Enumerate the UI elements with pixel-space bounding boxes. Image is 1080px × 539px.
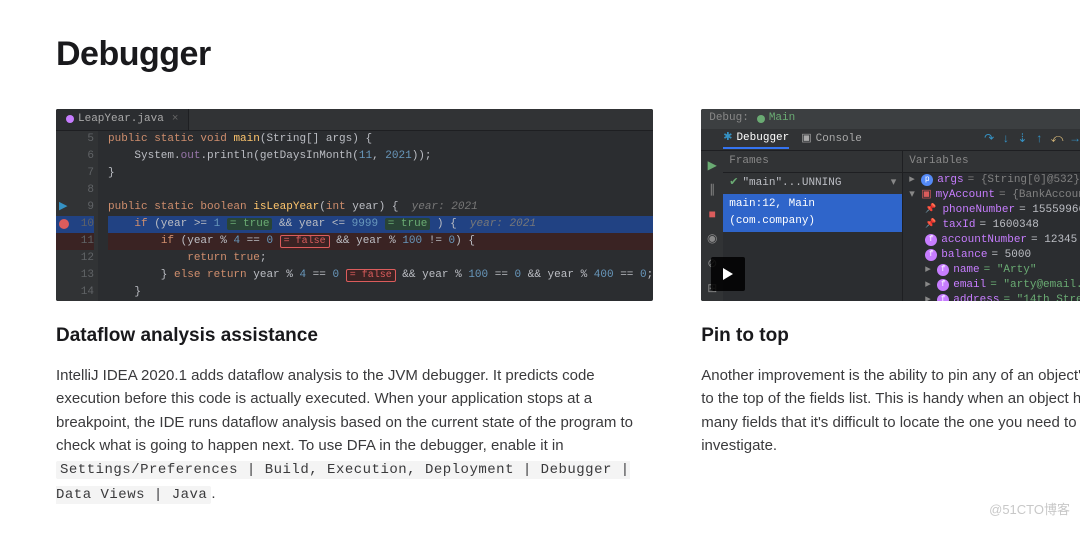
tab-console[interactable]: ▣Console [801, 131, 862, 148]
var-phone[interactable]: 📌phoneNumber = 15559966 [903, 203, 1080, 218]
field-icon: f [925, 234, 937, 246]
feature-title-pin: Pin to top [701, 321, 1080, 350]
run-status-icon [757, 115, 765, 123]
breakpoint-icon[interactable] [59, 219, 69, 229]
feature-desc-pin: Another improvement is the ability to pi… [701, 364, 1080, 457]
console-icon: ▣ [801, 131, 811, 148]
step-into-icon[interactable]: ↓ [1002, 130, 1009, 149]
run-to-cursor-icon[interactable]: →| [1071, 130, 1080, 149]
stop-icon[interactable]: ■ [709, 206, 716, 225]
run-gutter-icon[interactable]: ▶ [59, 201, 67, 213]
feature-desc-dfa: IntelliJ IDEA 2020.1 adds dataflow analy… [56, 364, 653, 506]
watermark: @51CTO博客 [989, 500, 1070, 520]
feature-title-dfa: Dataflow analysis assistance [56, 321, 653, 350]
editor-tab[interactable]: LeapYear.java × [56, 109, 189, 130]
debug-toolbar: ↷ ↓ ⇣ ↑ ⤺ →| ▦ ⋯ [984, 130, 1080, 149]
thread-selector[interactable]: ✔ "main"...UNNING ▾ [723, 173, 902, 194]
settings-path: Settings/Preferences | Build, Execution,… [56, 461, 630, 504]
field-icon: f [925, 249, 937, 261]
resume-icon[interactable]: ▶ [708, 157, 717, 176]
check-icon: ✔ [729, 175, 738, 192]
line-number-gutter: 5 6 7 8 9 10 11 12 13 14 15 16 [74, 131, 98, 301]
video-play-button[interactable] [711, 257, 745, 291]
field-icon: f [937, 264, 949, 276]
stack-frame[interactable]: main:12, Main (com.company) [723, 194, 902, 232]
var-args[interactable]: ▸p args = {String[0]@532} [903, 173, 1080, 188]
debugger-screenshot: Debug: Main ✱Debugger ▣Console ↷ ↓ ⇣ ↑ ⤺… [701, 109, 1080, 301]
run-config[interactable]: Main [757, 110, 795, 127]
frames-header: Frames [723, 151, 902, 173]
var-balance[interactable]: f balance = 5000 [903, 248, 1080, 263]
close-icon[interactable]: × [172, 111, 179, 128]
pause-icon[interactable]: ∥ [709, 181, 715, 200]
page-heading: Debugger [56, 28, 1024, 81]
class-icon [66, 115, 74, 123]
var-address[interactable]: ▸f address = "14th Street" [903, 293, 1080, 301]
var-taxid[interactable]: 📌taxId = 1600348 [903, 218, 1080, 233]
watch-icon: ▣ [921, 187, 931, 204]
field-icon: f [937, 279, 949, 291]
drop-frame-icon[interactable]: ⤺ [1051, 130, 1064, 149]
variables-header: Variables [903, 151, 1080, 173]
var-accountnumber[interactable]: f accountNumber = 12345 [903, 233, 1080, 248]
chevron-down-icon: ▾ [891, 175, 897, 192]
force-step-icon[interactable]: ⇣ [1017, 130, 1027, 149]
var-email[interactable]: ▸f email = "arty@email.com" [903, 278, 1080, 293]
debug-label: Debug: [709, 110, 749, 127]
param-icon: p [921, 174, 933, 186]
code-editor-screenshot: LeapYear.java × ▶ 5 6 7 8 9 10 [56, 109, 653, 301]
var-name[interactable]: ▸f name = "Arty" [903, 263, 1080, 278]
editor-tab-label: LeapYear.java [78, 111, 164, 128]
field-icon: f [937, 294, 949, 300]
pin-icon: 📌 [925, 218, 936, 232]
step-out-icon[interactable]: ↑ [1035, 130, 1042, 149]
code-area[interactable]: public static void main(String[] args) {… [98, 131, 653, 301]
view-bp-icon[interactable]: ◉ [707, 230, 717, 249]
pin-icon: 📌 [925, 203, 936, 217]
var-myaccount[interactable]: ▾▣ myAccount = {BankAccount@530} [903, 188, 1080, 203]
bug-icon: ✱ [723, 130, 732, 147]
tab-debugger[interactable]: ✱Debugger [723, 130, 789, 149]
step-over-icon[interactable]: ↷ [984, 130, 994, 149]
